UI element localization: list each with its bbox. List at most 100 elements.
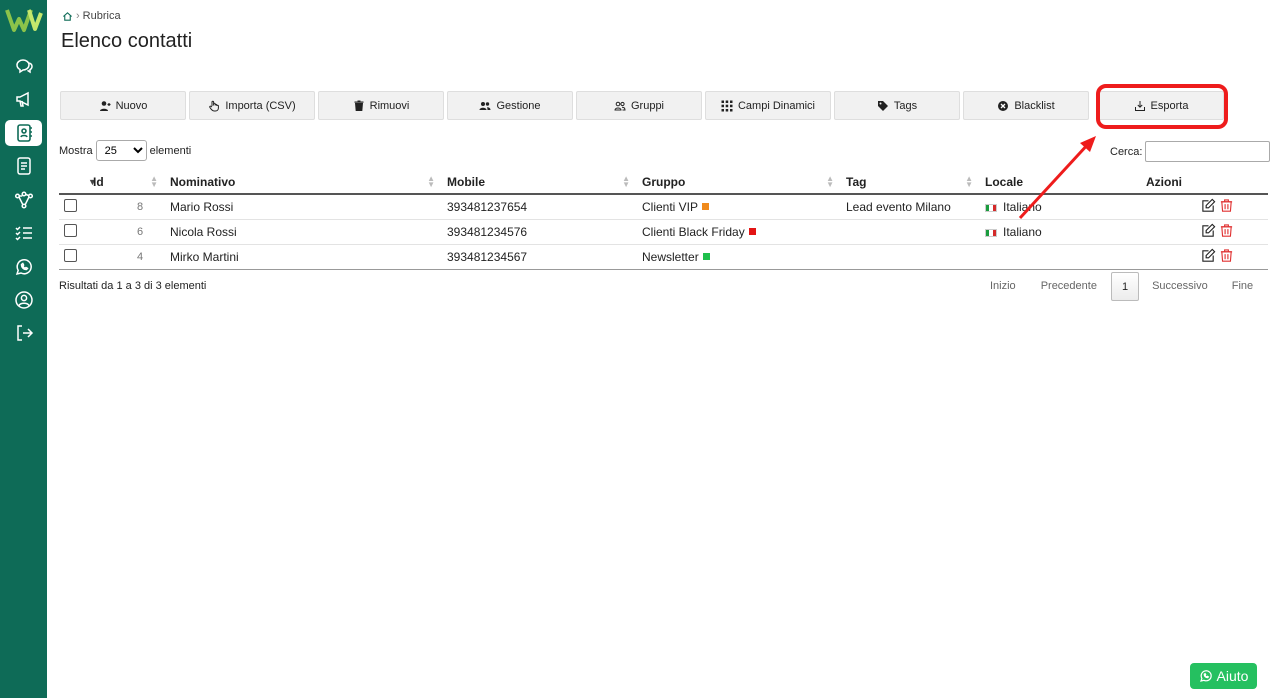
table-row: 6 Nicola Rossi 393481234576 Clienti Blac… <box>59 219 1268 245</box>
remove-label: Rimuovi <box>369 99 410 112</box>
document-icon <box>16 157 31 175</box>
sidebar-item-rubrica[interactable] <box>5 120 42 146</box>
sidebar-item-logout[interactable] <box>5 320 42 346</box>
download-icon <box>1134 100 1145 111</box>
italy-flag-icon <box>985 203 997 212</box>
sidebar-item-campaigns[interactable] <box>5 86 42 112</box>
delete-icon[interactable] <box>1219 248 1234 263</box>
import-csv-label: Importa (CSV) <box>225 99 296 112</box>
home-icon[interactable] <box>62 11 73 22</box>
delete-icon[interactable] <box>1219 198 1234 213</box>
dynamic-fields-label: Campi Dinamici <box>737 99 816 112</box>
search-control: Cerca: <box>1110 141 1271 162</box>
column-header-nominativo[interactable]: Nominativo ▲ ▼ <box>166 170 443 195</box>
page-length-select[interactable]: 25 <box>95 140 147 161</box>
edit-icon[interactable] <box>1201 198 1216 213</box>
row-locale: Italiano <box>981 219 1142 245</box>
help-label: Aiuto <box>1216 668 1249 684</box>
edit-icon[interactable] <box>1201 248 1216 263</box>
column-header-id[interactable]: Id ▲ ▼ <box>89 170 166 195</box>
sidebar-item-tasks[interactable] <box>5 220 42 246</box>
toolbar: Nuovo Importa (CSV) Rimuovi Gestione Gru… <box>60 91 1227 120</box>
sort-icon: ▲ ▼ <box>427 174 435 189</box>
breadcrumb-item[interactable]: Rubrica <box>83 10 121 22</box>
breadcrumb-separator: › <box>76 10 80 22</box>
row-tag <box>842 219 981 245</box>
pagination: Inizio Precedente 1 Successivo Fine <box>979 272 1264 301</box>
search-input[interactable] <box>1145 141 1271 162</box>
user-circle-icon <box>14 291 33 309</box>
new-contact-button[interactable]: Nuovo <box>60 91 186 120</box>
row-actions <box>1142 219 1268 245</box>
import-csv-button[interactable]: Importa (CSV) <box>189 91 315 120</box>
row-id: 8 <box>89 194 166 220</box>
column-header-tag[interactable]: Tag ▲ ▼ <box>842 170 981 195</box>
row-checkbox[interactable] <box>64 224 77 237</box>
group-color-swatch <box>702 252 710 260</box>
remove-button[interactable]: Rimuovi <box>318 91 444 120</box>
column-header-mobile[interactable]: Mobile ▲ ▼ <box>443 170 638 195</box>
blacklist-label: Blacklist <box>1014 99 1055 112</box>
trash-icon <box>354 100 364 111</box>
page-title: Elenco contatti <box>61 30 193 52</box>
row-nominativo: Nicola Rossi <box>166 219 443 245</box>
row-gruppo: Clienti VIP <box>638 194 842 220</box>
app-logo[interactable] <box>5 7 43 33</box>
length-prefix: Mostra <box>59 144 93 157</box>
manage-label: Gestione <box>496 99 541 112</box>
logout-icon <box>16 325 33 341</box>
manage-button[interactable]: Gestione <box>447 91 573 120</box>
sidebar-item-chat[interactable] <box>5 53 42 79</box>
pagination-next[interactable]: Successivo <box>1139 272 1221 301</box>
help-button[interactable]: Aiuto <box>1190 663 1257 689</box>
whatsapp-icon <box>15 259 32 276</box>
row-checkbox[interactable] <box>64 249 77 262</box>
pagination-page[interactable]: 1 <box>1110 272 1140 301</box>
row-tag: Lead evento Milano <box>842 194 981 220</box>
row-nominativo: Mario Rossi <box>166 194 443 220</box>
delete-icon[interactable] <box>1219 223 1234 238</box>
checklist-icon <box>14 226 32 241</box>
user-group-icon <box>614 101 626 110</box>
export-button[interactable]: Esporta <box>1098 91 1224 120</box>
sort-icon: ▲ ▼ <box>965 174 973 189</box>
sidebar-item-automations[interactable] <box>5 187 42 213</box>
pagination-first[interactable]: Inizio <box>979 272 1027 301</box>
page-length-control: Mostra 25 elementi <box>59 140 191 161</box>
dynamic-fields-button[interactable]: Campi Dinamici <box>705 91 831 120</box>
contacts-table: ▼ Id ▲ ▼ Nominativo ▲ ▼ Mobile ▲ ▼ Gruppo ▲ ▼ Ta… <box>59 170 1268 270</box>
column-header-azioni: Azioni <box>1142 170 1268 195</box>
column-header-gruppo[interactable]: Gruppo ▲ ▼ <box>638 170 842 195</box>
sort-icon: ▲ ▼ <box>622 174 630 189</box>
row-locale: Italiano <box>981 194 1142 220</box>
row-locale <box>981 244 1142 270</box>
row-mobile: 393481237654 <box>443 194 638 220</box>
chat-icon <box>15 59 33 74</box>
row-tag <box>842 244 981 270</box>
blacklist-button[interactable]: Blacklist <box>963 91 1089 120</box>
pagination-last[interactable]: Fine <box>1221 272 1264 301</box>
new-contact-label: Nuovo <box>115 99 148 112</box>
sort-icon: ▲ ▼ <box>150 174 158 189</box>
column-header-locale[interactable]: Locale <box>981 170 1142 195</box>
sidebar-item-templates[interactable] <box>5 153 42 179</box>
contacts-book-icon <box>16 124 32 142</box>
tags-button[interactable]: Tags <box>834 91 960 120</box>
row-gruppo: Clienti Black Friday <box>638 219 842 245</box>
sidebar-item-whatsapp[interactable] <box>5 254 42 280</box>
edit-icon[interactable] <box>1201 223 1216 238</box>
row-gruppo: Newsletter <box>638 244 842 270</box>
table-header-row: ▼ Id ▲ ▼ Nominativo ▲ ▼ Mobile ▲ ▼ Gruppo ▲ ▼ Ta… <box>59 170 1268 195</box>
row-actions <box>1142 194 1268 220</box>
pagination-previous[interactable]: Precedente <box>1027 272 1111 301</box>
workflow-icon <box>14 191 33 209</box>
row-actions <box>1142 244 1268 270</box>
search-label: Cerca: <box>1110 145 1143 158</box>
sidebar-item-account[interactable] <box>5 287 42 313</box>
group-color-swatch <box>748 227 756 235</box>
groups-button[interactable]: Gruppi <box>576 91 702 120</box>
groups-label: Gruppi <box>630 99 665 112</box>
ban-circle-icon <box>998 100 1009 111</box>
grid-dots-icon <box>721 100 733 111</box>
row-checkbox[interactable] <box>64 199 77 213</box>
